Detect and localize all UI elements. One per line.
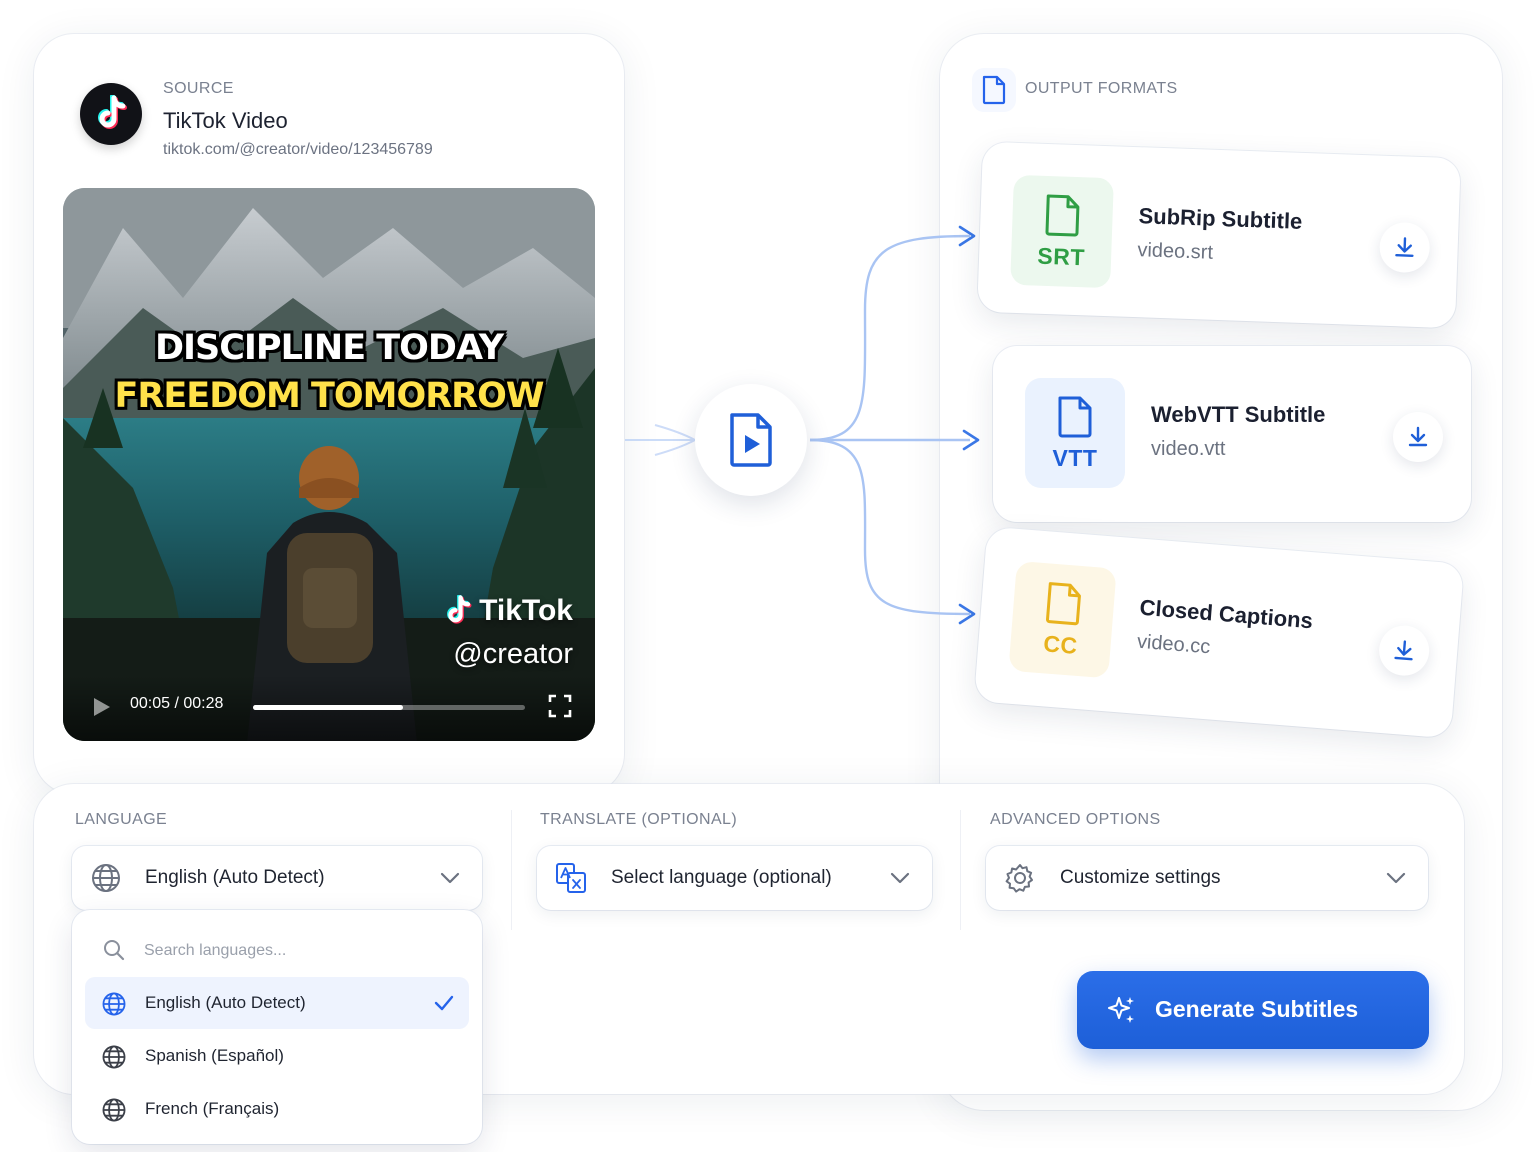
language-option-french[interactable]: French (Français): [85, 1083, 469, 1135]
advanced-options-select[interactable]: Customize settings: [986, 846, 1428, 910]
globe-icon: [102, 992, 126, 1016]
language-search-row: [72, 928, 482, 972]
chevron-down-icon: [890, 872, 910, 884]
video-scrubber[interactable]: [253, 705, 525, 710]
format-badge-label: SRT: [1036, 242, 1086, 270]
source-eyebrow: SOURCE: [163, 80, 234, 97]
output-formats-eyebrow: OUTPUT FORMATS: [1025, 80, 1178, 97]
globe-icon: [102, 1098, 126, 1122]
format-title: SubRip Subtitle: [1138, 203, 1303, 234]
video-controls: 00:05 / 00:28: [63, 675, 595, 741]
format-badge-srt: SRT: [1010, 174, 1114, 289]
globe-icon: [102, 1045, 126, 1069]
translate-eyebrow: TRANSLATE (OPTIONAL): [540, 811, 738, 828]
srt-file-icon: [1045, 194, 1080, 236]
download-cc-button[interactable]: [1377, 623, 1432, 678]
language-search-input[interactable]: [144, 936, 444, 966]
language-eyebrow: LANGUAGE: [75, 811, 168, 828]
video-creator-handle: @creator: [453, 638, 573, 670]
chevron-down-icon: [440, 872, 460, 884]
video-file-icon: [730, 413, 772, 467]
translate-select[interactable]: Select language (optional): [537, 846, 932, 910]
gear-icon: [1005, 864, 1033, 893]
language-select[interactable]: English (Auto Detect): [72, 846, 482, 910]
search-icon: [104, 940, 125, 961]
video-progress-fill: [253, 705, 403, 710]
format-badge-label: VTT: [1052, 444, 1098, 471]
language-option-spanish[interactable]: Spanish (Español): [85, 1030, 469, 1082]
format-badge-cc: CC: [1008, 560, 1117, 679]
source-url[interactable]: tiktok.com/@creator/video/123456789: [163, 141, 433, 159]
format-badge-label: CC: [1042, 629, 1079, 659]
language-option-label: French (Français): [145, 1099, 280, 1118]
cc-file-icon: [1046, 581, 1081, 625]
globe-icon: [92, 864, 120, 892]
fullscreen-icon[interactable]: [547, 693, 573, 719]
process-node: [695, 384, 807, 496]
language-option-label: English (Auto Detect): [145, 993, 306, 1012]
format-card-cc[interactable]: CC Closed Captions video.cc: [973, 526, 1465, 739]
language-select-value: English (Auto Detect): [145, 867, 325, 888]
sparkle-icon: [1108, 997, 1134, 1023]
format-filename: video.vtt: [1151, 438, 1226, 460]
format-filename: video.srt: [1137, 239, 1214, 264]
source-title: TikTok Video: [163, 108, 288, 133]
video-headline-line1: DISCIPLINE TODAY: [154, 328, 504, 368]
language-option-label: Spanish (Español): [145, 1046, 284, 1065]
generate-subtitles-button[interactable]: Generate Subtitles: [1077, 971, 1429, 1049]
language-option-english[interactable]: English (Auto Detect): [85, 977, 469, 1029]
generate-button-label: Generate Subtitles: [1155, 996, 1359, 1022]
format-filename: video.cc: [1136, 630, 1212, 659]
chevron-down-icon: [1386, 872, 1406, 884]
video-tiktok-brand: TikTok: [443, 594, 573, 628]
download-srt-button[interactable]: [1378, 221, 1431, 274]
format-card-srt[interactable]: SRT SubRip Subtitle video.srt: [977, 141, 1461, 329]
video-player[interactable]: DISCIPLINE TODAY FREEDOM TOMORROW TikTok…: [63, 188, 595, 741]
advanced-eyebrow: ADVANCED OPTIONS: [990, 811, 1161, 828]
language-dropdown: English (Auto Detect) Spanish (Español) …: [72, 910, 482, 1144]
download-icon: [1408, 426, 1428, 447]
download-vtt-button[interactable]: [1393, 412, 1443, 462]
format-title: Closed Captions: [1138, 594, 1314, 634]
tiktok-logo-icon: [80, 83, 142, 145]
flow-connectors: [625, 225, 980, 625]
check-icon: [434, 995, 454, 1011]
video-brand-label: TikTok: [479, 594, 573, 627]
advanced-select-value: Customize settings: [1060, 867, 1221, 888]
output-formats-icon: [972, 68, 1016, 112]
download-icon: [1394, 640, 1413, 661]
play-icon[interactable]: [89, 695, 113, 719]
translate-select-value: Select language (optional): [611, 867, 832, 888]
video-headline-line2: FREEDOM TOMORROW: [114, 376, 545, 416]
tiktok-watermark-icon: [447, 595, 472, 624]
options-divider: [960, 810, 961, 930]
vtt-file-icon: [1058, 396, 1092, 437]
download-icon: [1395, 237, 1414, 257]
format-badge-vtt: VTT: [1025, 378, 1125, 488]
format-title: WebVTT Subtitle: [1151, 402, 1326, 427]
video-time: 00:05 / 00:28: [130, 695, 224, 712]
options-divider: [511, 810, 512, 930]
translate-icon: [556, 863, 586, 893]
format-card-vtt[interactable]: VTT WebVTT Subtitle video.vtt: [993, 346, 1471, 522]
